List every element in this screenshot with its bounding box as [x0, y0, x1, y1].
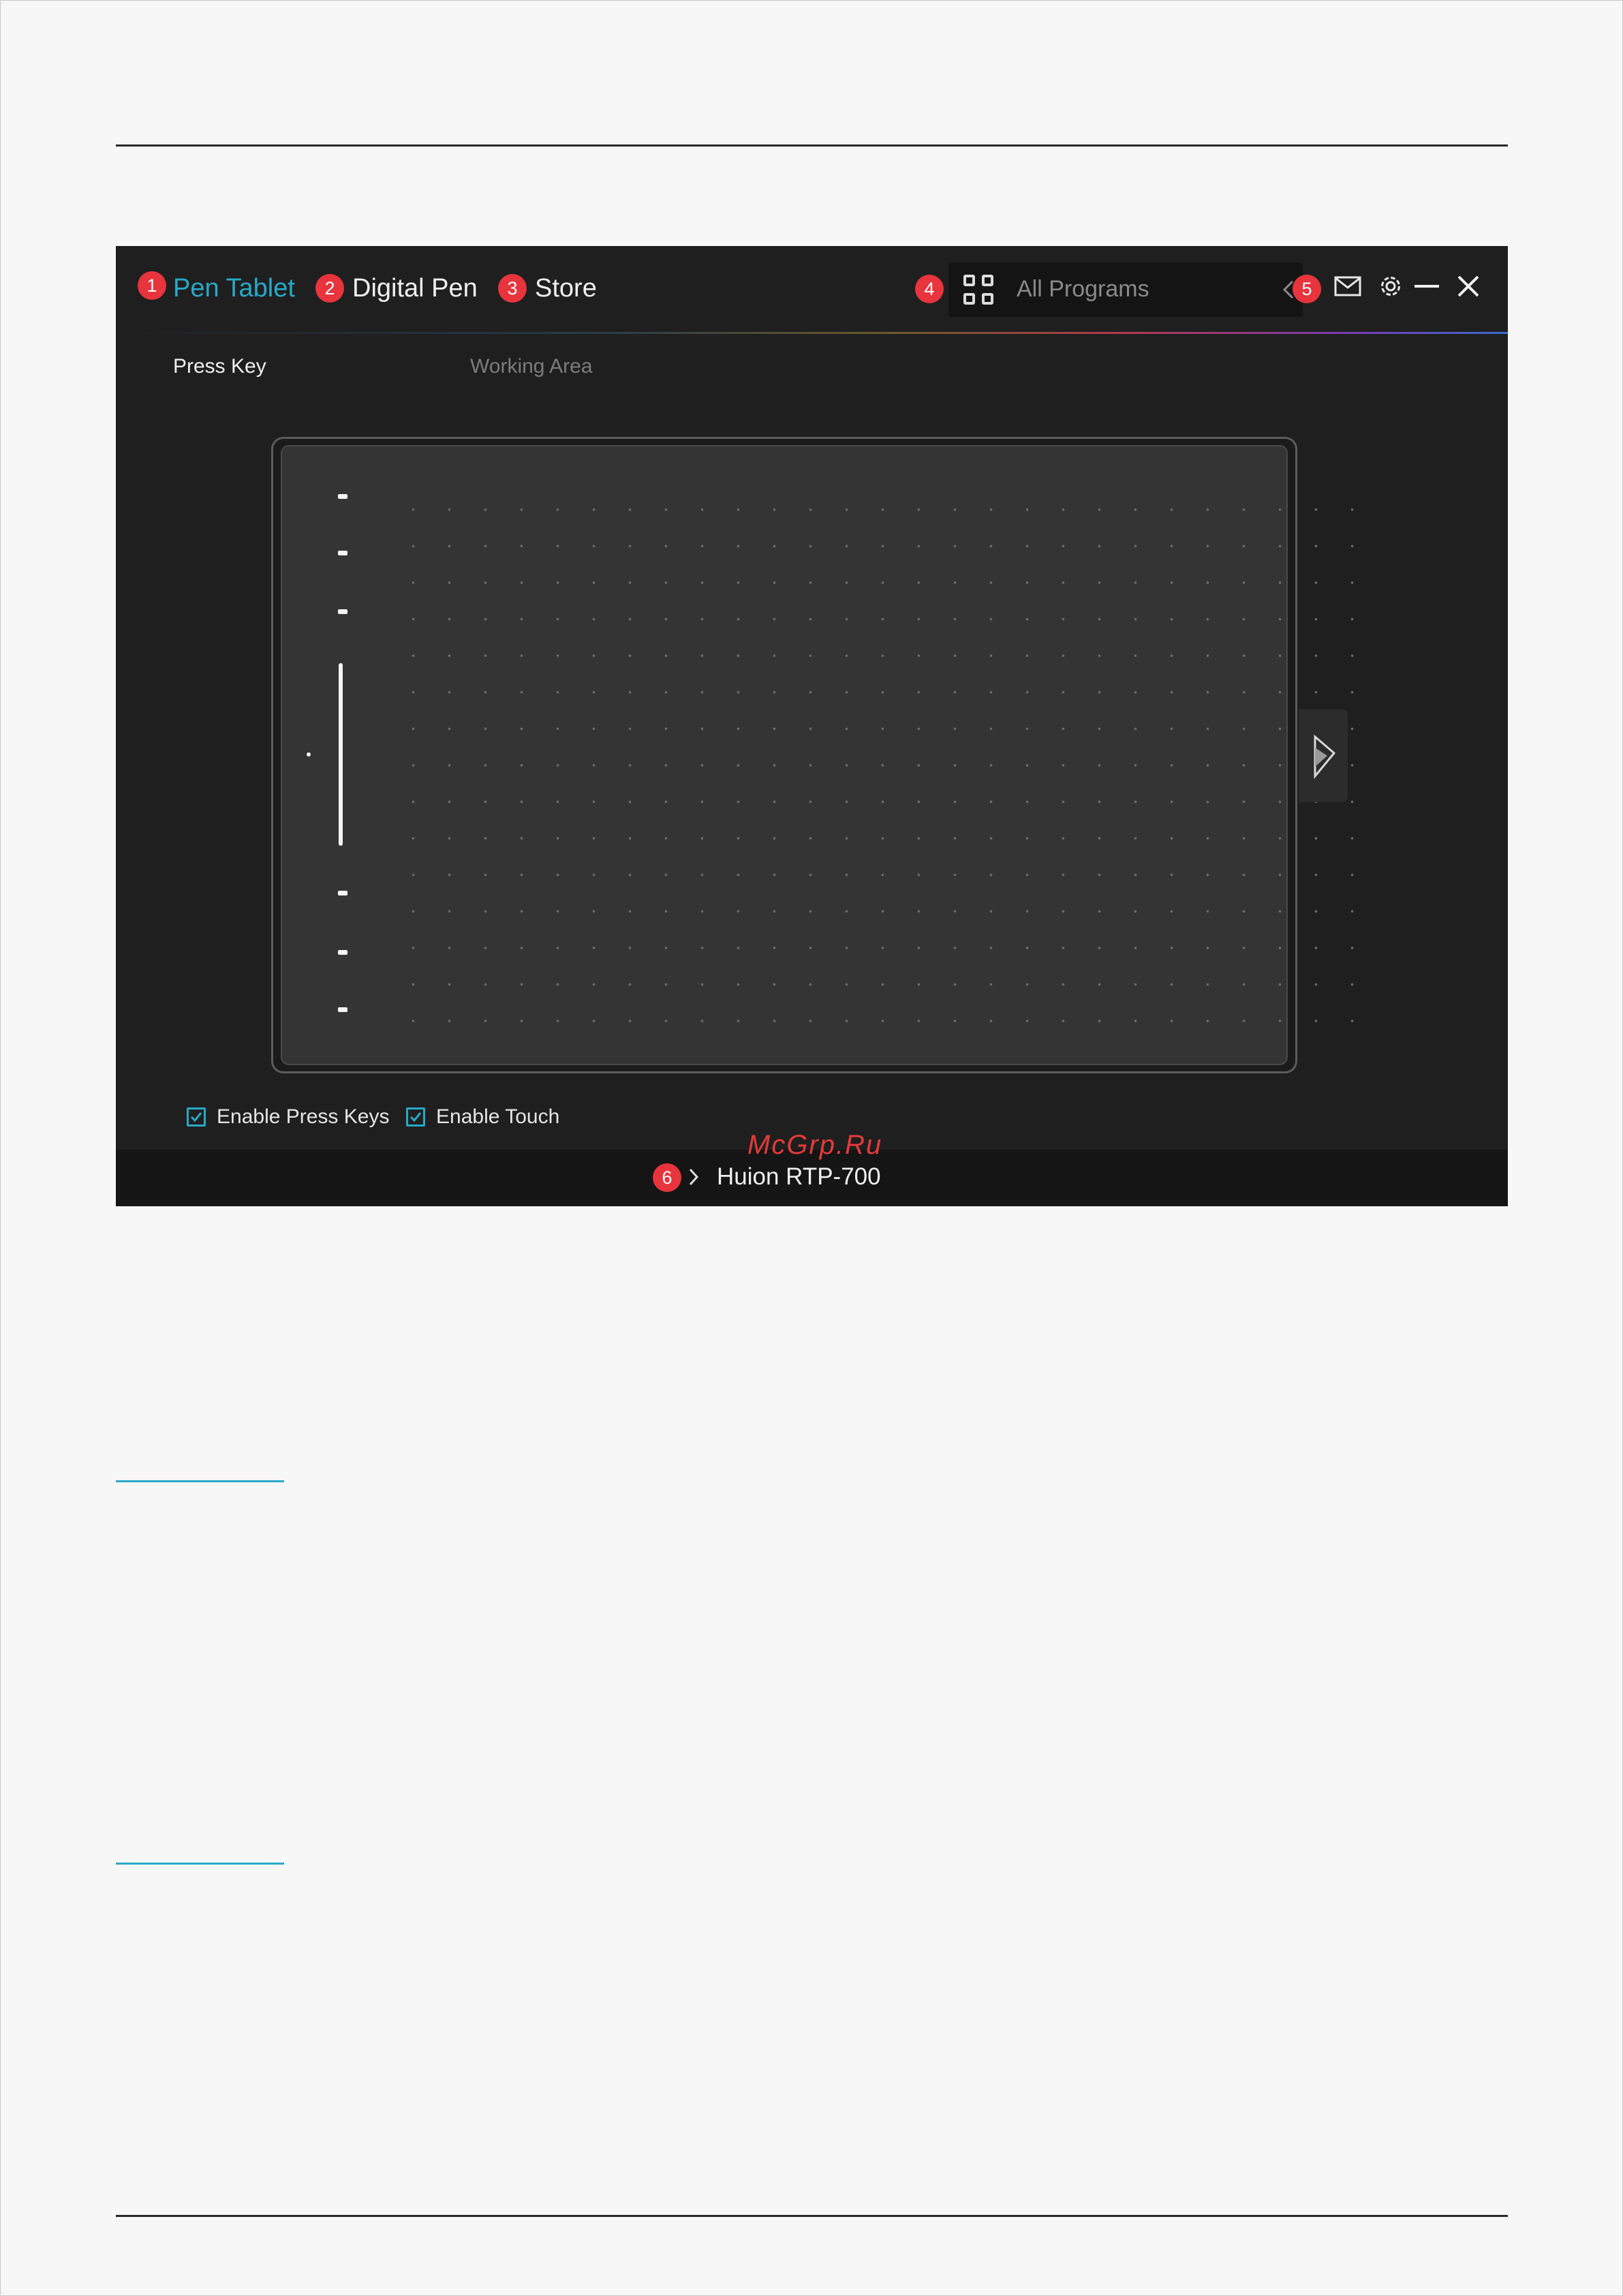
callout-badge-1: 1 — [138, 271, 166, 300]
callout-badge-5: 5 — [1293, 275, 1321, 303]
tab-pen-tablet-label: Pen Tablet — [173, 273, 295, 303]
enable-press-keys-option[interactable]: Enable Press Keys — [187, 1102, 389, 1132]
press-key-3[interactable] — [338, 609, 347, 614]
program-selector[interactable]: All Programs — [948, 262, 1303, 317]
enable-touch-option[interactable]: Enable Touch — [406, 1102, 559, 1132]
chevron-right-icon[interactable] — [687, 1166, 700, 1188]
callout-badge-6: 6 — [653, 1163, 681, 1192]
program-selector-label: All Programs — [1017, 276, 1149, 302]
callout-badge-4: 4 — [915, 275, 944, 303]
working-area-dot-grid — [395, 491, 1360, 1037]
press-key-6[interactable] — [338, 1007, 347, 1012]
tab-store-label: Store — [535, 273, 597, 303]
gear-icon[interactable] — [1378, 273, 1404, 299]
mail-icon[interactable] — [1334, 276, 1361, 296]
press-key-1[interactable] — [338, 494, 347, 499]
touch-indicator-dot — [307, 752, 311, 756]
tab-digital-pen-label: Digital Pen — [352, 273, 478, 303]
minimize-icon[interactable] — [1415, 284, 1439, 288]
bottom-rule — [116, 2215, 1508, 2217]
press-key-4[interactable] — [338, 891, 347, 896]
grid-icon — [963, 275, 995, 306]
link-underline-1 — [116, 1480, 284, 1482]
tab-store[interactable]: Store — [535, 271, 597, 306]
link-underline-2 — [116, 1863, 284, 1865]
enable-press-keys-checkbox[interactable] — [187, 1107, 206, 1127]
title-bar: 1 Pen Tablet 2 Digital Pen 3 Store 4 All… — [116, 246, 1508, 334]
huion-logo-icon — [1314, 734, 1336, 780]
enable-touch-label: Enable Touch — [436, 1105, 560, 1128]
enable-touch-checkbox[interactable] — [406, 1107, 425, 1127]
watermark: McGrp.Ru — [747, 1130, 883, 1160]
close-icon[interactable] — [1457, 275, 1480, 298]
tablet-side-logo-tab — [1299, 709, 1348, 802]
press-key-2[interactable] — [338, 551, 347, 555]
callout-badge-2: 2 — [315, 274, 344, 303]
subtab-press-key[interactable]: Press Key — [173, 355, 266, 378]
top-rule — [116, 144, 1508, 147]
huion-app-window: 1 Pen Tablet 2 Digital Pen 3 Store 4 All… — [116, 246, 1508, 1206]
touch-strip[interactable] — [339, 663, 343, 846]
device-name[interactable]: Huion RTP-700 — [717, 1163, 881, 1191]
subtab-working-area[interactable]: Working Area — [470, 355, 593, 378]
tab-pen-tablet[interactable]: Pen Tablet — [173, 271, 295, 306]
tab-digital-pen[interactable]: Digital Pen — [352, 271, 478, 306]
press-key-5[interactable] — [338, 950, 347, 955]
callout-badge-3: 3 — [498, 274, 527, 303]
enable-press-keys-label: Enable Press Keys — [217, 1105, 390, 1128]
title-bar-gradient-divider — [116, 332, 1508, 334]
